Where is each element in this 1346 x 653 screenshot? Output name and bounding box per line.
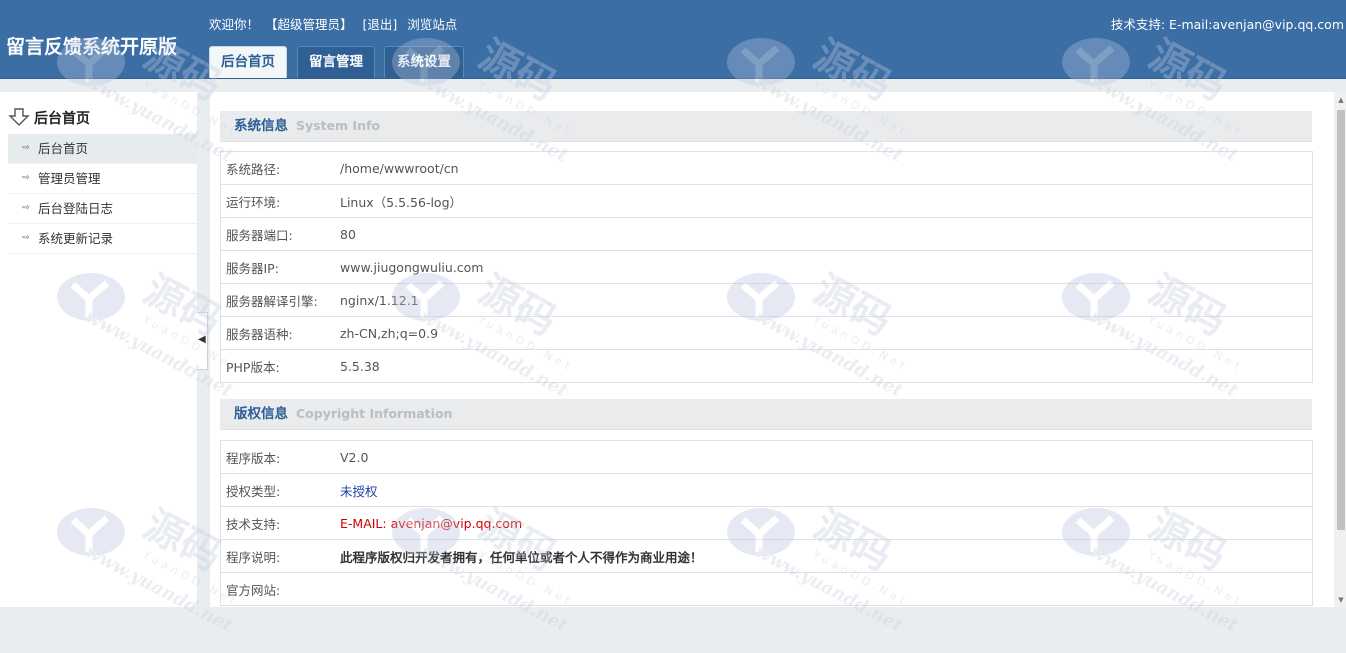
- bullet-arrow-icon: ⇨: [22, 233, 30, 243]
- section-title: 版权信息: [234, 406, 288, 422]
- top-header: 留言反馈系统开原版 欢迎你！ 【超级管理员】 [退出] 浏览站点 技术支持: E-…: [0, 0, 1346, 79]
- welcome-text: 欢迎你！: [209, 17, 260, 32]
- row-value: V2.0: [340, 440, 1313, 474]
- triangle-left-icon: ◀: [198, 334, 206, 345]
- user-role: 【超级管理员】: [265, 17, 353, 32]
- license-type-value: 未授权: [340, 473, 1313, 507]
- row-key: 技术支持:: [220, 506, 340, 540]
- table-row: 官方网站:: [220, 572, 1313, 606]
- table-row: 系统路径:/home/wwwroot/cn: [220, 151, 1313, 185]
- table-row: 服务器IP: www.jiugongwuliu.com: [220, 250, 1313, 284]
- scroll-up-icon[interactable]: ▲: [1337, 96, 1345, 104]
- row-value: zh-CN,zh;q=0.9: [340, 316, 1313, 350]
- row-value: nginx/1.12.1: [340, 283, 1313, 317]
- arrow-down-icon: [8, 108, 30, 126]
- support-email-value: E-MAIL: avenjan@vip.qq.com: [340, 506, 1313, 540]
- section-subtitle: Copyright Information: [296, 406, 453, 421]
- table-row: PHP版本: 5.5.38: [220, 349, 1313, 383]
- row-value: www.jiugongwuliu.com: [340, 250, 1313, 284]
- tab-settings[interactable]: 系统设置: [384, 46, 464, 78]
- bullet-arrow-icon: ⇨: [22, 143, 30, 153]
- row-value: /home/wwwroot/cn: [340, 151, 1313, 185]
- table-row: 程序说明: 此程序版权归开发者拥有，任何单位或者个人不得作为商业用途！: [220, 539, 1313, 573]
- table-row: 服务器语种: zh-CN,zh;q=0.9: [220, 316, 1313, 350]
- tab-messages[interactable]: 留言管理: [297, 46, 375, 78]
- section-title: 系统信息: [234, 118, 288, 134]
- logout-link[interactable]: [退出]: [363, 17, 398, 32]
- sidebar-collapse-toggle[interactable]: ◀: [197, 312, 208, 370]
- table-row: 技术支持: E-MAIL: avenjan@vip.qq.com: [220, 506, 1313, 540]
- row-key: 系统路径:: [220, 151, 340, 185]
- sidebar: 后台首页 ⇨ 后台首页 ⇨ 管理员管理 ⇨ 后台登陆日志 ⇨ 系统更新记录: [0, 92, 197, 607]
- row-key: 官方网站:: [220, 572, 340, 606]
- copyright-info-table: 程序版本: V2.0 授权类型: 未授权 技术支持: E-MAIL: avenjan@…: [220, 440, 1313, 606]
- row-key: 服务器端口:: [220, 217, 340, 251]
- table-row: 服务器解译引擎: nginx/1.12.1: [220, 283, 1313, 317]
- support-contact: 技术支持: E-mail:avenjan@vip.qq.com: [1110, 17, 1344, 32]
- sidebar-item-admins[interactable]: ⇨ 管理员管理: [8, 164, 197, 194]
- row-value: Linux（5.5.56-log）: [340, 184, 1313, 218]
- copyright-info-header: 版权信息 Copyright Information: [220, 399, 1312, 430]
- sidebar-item-label: 系统更新记录: [38, 231, 114, 246]
- row-key: 服务器IP:: [220, 250, 340, 284]
- sidebar-item-changelog[interactable]: ⇨ 系统更新记录: [8, 224, 197, 254]
- table-row: 服务器端口: 80: [220, 217, 1313, 251]
- bullet-arrow-icon: ⇨: [22, 173, 30, 183]
- table-row: 授权类型: 未授权: [220, 473, 1313, 507]
- row-key: 程序版本:: [220, 440, 340, 474]
- row-key: 运行环境:: [220, 184, 340, 218]
- app-logo: 留言反馈系统开原版: [6, 36, 178, 58]
- row-key: 程序说明:: [220, 539, 340, 573]
- section-subtitle: System Info: [296, 118, 380, 133]
- table-row: 程序版本: V2.0: [220, 440, 1313, 474]
- sidebar-item-label: 后台首页: [38, 141, 89, 156]
- sidebar-item-label: 后台登陆日志: [38, 201, 114, 216]
- row-value: 5.5.38: [340, 349, 1313, 383]
- system-info-table: 系统路径:/home/wwwroot/cn 运行环境: Linux（5.5.56-…: [220, 151, 1313, 383]
- scrollbar-thumb[interactable]: [1337, 110, 1345, 530]
- sidebar-title-label: 后台首页: [34, 111, 90, 127]
- sidebar-item-home[interactable]: ⇨ 后台首页: [8, 134, 197, 164]
- tab-home[interactable]: 后台首页: [209, 46, 287, 78]
- row-key: PHP版本:: [220, 349, 340, 383]
- sidebar-item-login-log[interactable]: ⇨ 后台登陆日志: [8, 194, 197, 224]
- system-info-header: 系统信息 System Info: [220, 111, 1312, 142]
- program-notice-value: 此程序版权归开发者拥有，任何单位或者个人不得作为商业用途！: [340, 539, 1313, 573]
- row-key: 服务器解译引擎:: [220, 283, 340, 317]
- user-bar: 欢迎你！ 【超级管理员】 [退出] 浏览站点: [209, 14, 463, 33]
- row-value: 80: [340, 217, 1313, 251]
- row-key: 授权类型:: [220, 473, 340, 507]
- row-key: 服务器语种:: [220, 316, 340, 350]
- browse-site-link[interactable]: 浏览站点: [407, 17, 457, 32]
- sidebar-item-label: 管理员管理: [38, 171, 101, 186]
- scroll-down-icon[interactable]: ▼: [1337, 596, 1345, 604]
- official-site-value: [340, 572, 1313, 606]
- sidebar-menu: ⇨ 后台首页 ⇨ 管理员管理 ⇨ 后台登陆日志 ⇨ 系统更新记录: [8, 134, 197, 254]
- sidebar-title: 后台首页: [8, 106, 197, 132]
- bullet-arrow-icon: ⇨: [22, 203, 30, 213]
- main-content: 系统信息 System Info 系统路径:/home/wwwroot/cn 运行…: [210, 92, 1334, 607]
- table-row: 运行环境: Linux（5.5.56-log）: [220, 184, 1313, 218]
